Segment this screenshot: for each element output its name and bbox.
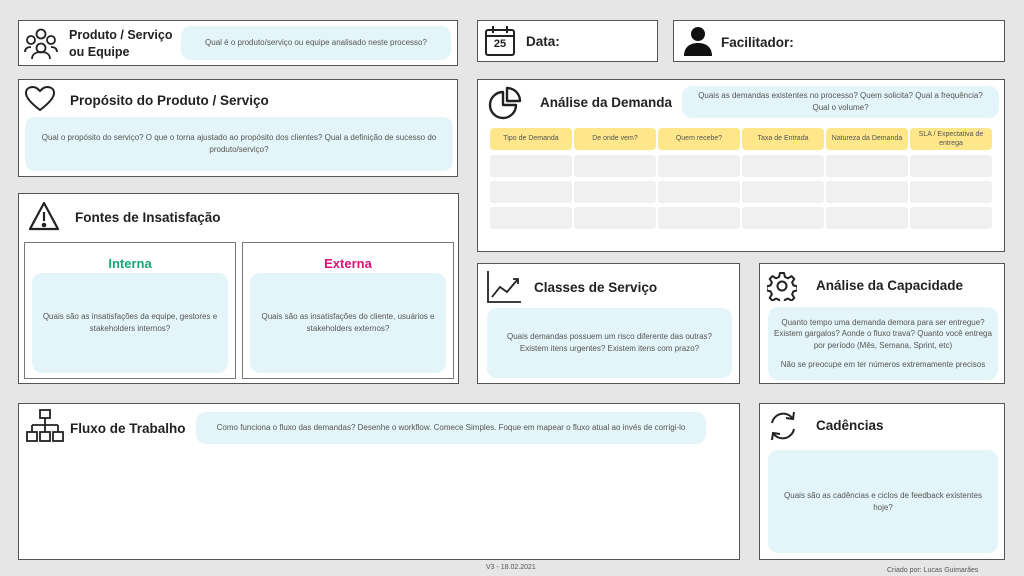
demanda-col-header: Tipo de Demanda — [490, 128, 572, 150]
produto-note[interactable]: Qual é o produto/serviço ou equipe anali… — [181, 26, 451, 60]
externa-label: Externa — [324, 256, 372, 271]
externa-box: Externa Quais são as insatisfações do cl… — [242, 242, 454, 379]
credit-label: Criado por: Lucas Guimarães — [887, 567, 979, 574]
demanda-note[interactable]: Quais as demandas existentes no processo… — [682, 86, 999, 118]
capacidade-note-text2: Não se preocupe em ter números extremame… — [780, 359, 986, 369]
refresh-icon — [771, 411, 795, 441]
cadencias-card: Cadências Quais são as cadências e ciclo… — [759, 403, 1005, 560]
version-label: V3 - 18.02.2021 — [486, 564, 536, 571]
table-cell[interactable] — [658, 155, 740, 177]
data-label: Data: — [526, 34, 560, 49]
pie-chart-icon — [488, 86, 522, 120]
demanda-card: Análise da Demanda Quais as demandas exi… — [477, 79, 1005, 252]
data-card: 25 Data: — [477, 20, 658, 62]
table-cell[interactable] — [910, 207, 992, 229]
interna-note[interactable]: Quais são as insatisfações da equipe, ge… — [32, 273, 228, 373]
table-cell[interactable] — [658, 207, 740, 229]
table-cell[interactable] — [910, 155, 992, 177]
proposito-card: Propósito do Produto / Serviço Qual o pr… — [18, 79, 458, 177]
demanda-col-header: Quem recebe? — [658, 128, 740, 150]
table-cell[interactable] — [658, 181, 740, 203]
produto-card: Produto / Serviço ou Equipe Qual é o pro… — [18, 20, 458, 66]
facilitador-label: Facilitador: — [721, 35, 794, 50]
table-cell[interactable] — [574, 155, 656, 177]
capacidade-title: Análise da Capacidade — [816, 278, 964, 293]
table-cell[interactable] — [742, 155, 824, 177]
table-cell[interactable] — [826, 181, 908, 203]
demanda-col-header: Taxa de Entrada — [742, 128, 824, 150]
classes-card: Classes de Serviço Quais demandas possue… — [477, 263, 740, 384]
table-cell[interactable] — [574, 207, 656, 229]
demanda-col-header: Natureza da Demanda — [826, 128, 908, 150]
table-cell[interactable] — [910, 181, 992, 203]
org-chart-icon — [26, 409, 64, 442]
interna-label: Interna — [108, 256, 152, 271]
externa-note[interactable]: Quais são as insatisfações do cliente, u… — [250, 273, 446, 373]
produto-title-line1: Produto / Serviço — [69, 28, 173, 42]
table-cell[interactable] — [742, 181, 824, 203]
gear-icon — [767, 272, 797, 301]
demanda-title: Análise da Demanda — [540, 95, 673, 110]
trend-chart-icon — [487, 271, 521, 303]
table-cell[interactable] — [826, 207, 908, 229]
proposito-title: Propósito do Produto / Serviço — [70, 93, 269, 108]
capacidade-note-text: Quanto tempo uma demanda demora para ser… — [774, 317, 992, 350]
produto-title-line2: ou Equipe — [69, 45, 130, 59]
cadencias-note[interactable]: Quais são as cadências e ciclos de feedb… — [768, 450, 998, 553]
fluxo-title: Fluxo de Trabalho — [70, 421, 186, 436]
demanda-col-header: De onde vem? — [574, 128, 656, 150]
table-cell[interactable] — [490, 207, 572, 229]
capacidade-card: Análise da Capacidade Quanto tempo uma d… — [759, 263, 1005, 384]
table-cell[interactable] — [490, 155, 572, 177]
team-icon — [24, 28, 58, 60]
classes-note[interactable]: Quais demandas possuem um risco diferent… — [487, 308, 732, 378]
table-cell[interactable] — [490, 181, 572, 203]
warning-icon — [28, 201, 60, 231]
table-cell[interactable] — [742, 207, 824, 229]
cadencias-title: Cadências — [816, 418, 884, 433]
fontes-card: Fontes de Insatisfação Interna Quais são… — [18, 193, 459, 384]
proposito-note[interactable]: Qual o propósito do serviço? O que o tor… — [25, 117, 453, 171]
interna-box: Interna Quais são as insatisfações da eq… — [24, 242, 236, 379]
classes-title: Classes de Serviço — [534, 280, 658, 295]
fluxo-card: Fluxo de Trabalho Como funciona o fluxo … — [18, 403, 740, 560]
person-icon — [684, 27, 712, 56]
heart-icon — [25, 86, 55, 112]
fontes-title: Fontes de Insatisfação — [75, 210, 221, 225]
facilitador-card: Facilitador: — [673, 20, 1005, 62]
capacidade-note[interactable]: Quanto tempo uma demanda demora para ser… — [768, 307, 998, 380]
calendar-day: 25 — [493, 38, 507, 50]
demanda-col-header: SLA / Expectativa de entrega — [910, 128, 992, 150]
calendar-icon: 25 — [484, 25, 516, 57]
table-cell[interactable] — [826, 155, 908, 177]
table-cell[interactable] — [574, 181, 656, 203]
fluxo-note[interactable]: Como funciona o fluxo das demandas? Dese… — [196, 412, 706, 444]
